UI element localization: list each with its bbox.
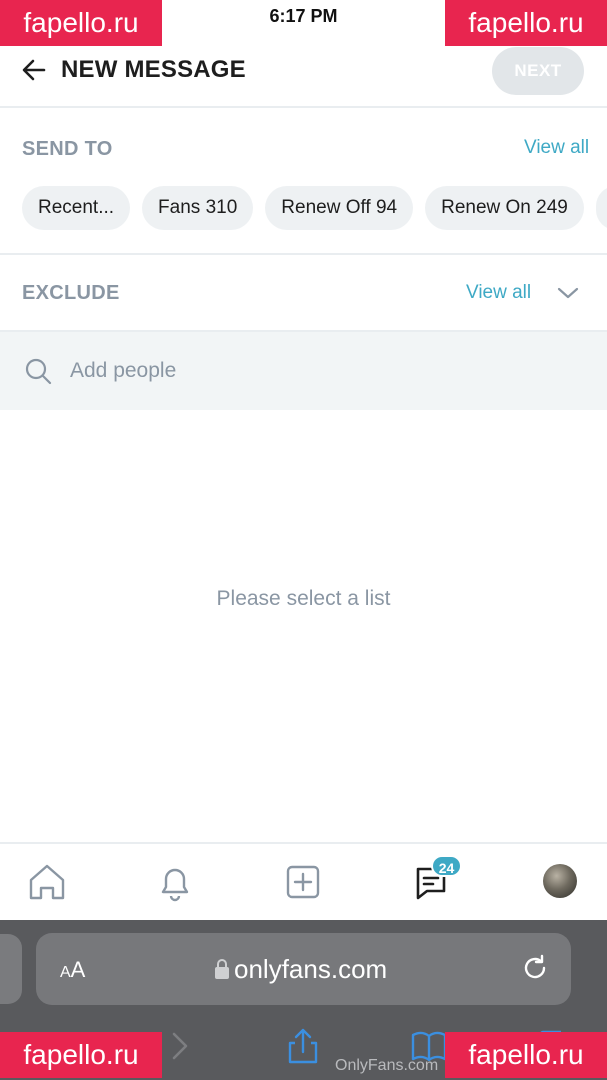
bottom-nav xyxy=(0,842,607,920)
reload-icon[interactable] xyxy=(520,953,550,983)
watermark-top-left: fapello.ru xyxy=(0,0,162,46)
watermark-top-right: fapello.ru xyxy=(445,0,607,46)
send-to-label: SEND TO xyxy=(22,138,113,160)
exclude-section: EXCLUDE View all xyxy=(0,255,607,332)
text-size-button[interactable]: AA xyxy=(60,957,85,983)
add-people-search xyxy=(0,332,607,410)
chevron-down-icon[interactable] xyxy=(556,281,580,305)
chip-renew-on[interactable]: Renew On 249 xyxy=(425,186,584,230)
search-icon xyxy=(25,358,52,385)
chip-renew-off[interactable]: Renew Off 94 xyxy=(265,186,414,230)
forward-nav-icon[interactable] xyxy=(158,1026,198,1066)
send-to-chip-list: Recent... Fans 310 Renew Off 94 Renew On 24… xyxy=(22,186,607,230)
page-title: NEW MESSAGE xyxy=(61,56,246,83)
exclude-view-all-link[interactable]: View all xyxy=(466,282,531,304)
add-post-icon[interactable] xyxy=(281,860,325,904)
bell-icon[interactable] xyxy=(153,860,197,904)
add-people-input[interactable] xyxy=(70,350,570,392)
avatar[interactable] xyxy=(543,864,577,898)
home-icon[interactable] xyxy=(25,860,69,904)
lock-icon xyxy=(215,959,229,979)
chip-fans[interactable]: Fans 310 xyxy=(142,186,254,230)
send-to-view-all-link[interactable]: View all xyxy=(524,137,589,159)
previous-tab-preview[interactable] xyxy=(0,934,22,1004)
watermark-bottom-right: fapello.ru xyxy=(445,1032,607,1078)
messages-badge: 24 xyxy=(431,855,462,877)
address-bar[interactable]: AA onlyfans.com xyxy=(36,933,571,1005)
send-to-section: SEND TO View all Recent... Fans 310 Renew … xyxy=(0,108,607,255)
chip-recent[interactable]: Recent... xyxy=(22,186,131,230)
empty-state-message: Please select a list xyxy=(216,587,391,610)
url-text: onlyfans.com xyxy=(234,954,388,984)
share-icon[interactable] xyxy=(283,1026,323,1066)
exclude-label: EXCLUDE xyxy=(22,282,120,304)
chip-more[interactable] xyxy=(595,186,607,230)
site-footer-label: OnlyFans.com xyxy=(335,1057,439,1074)
next-button[interactable]: NEXT xyxy=(492,47,584,95)
back-arrow-icon[interactable] xyxy=(18,54,50,86)
watermark-bottom-left: fapello.ru xyxy=(0,1032,162,1078)
